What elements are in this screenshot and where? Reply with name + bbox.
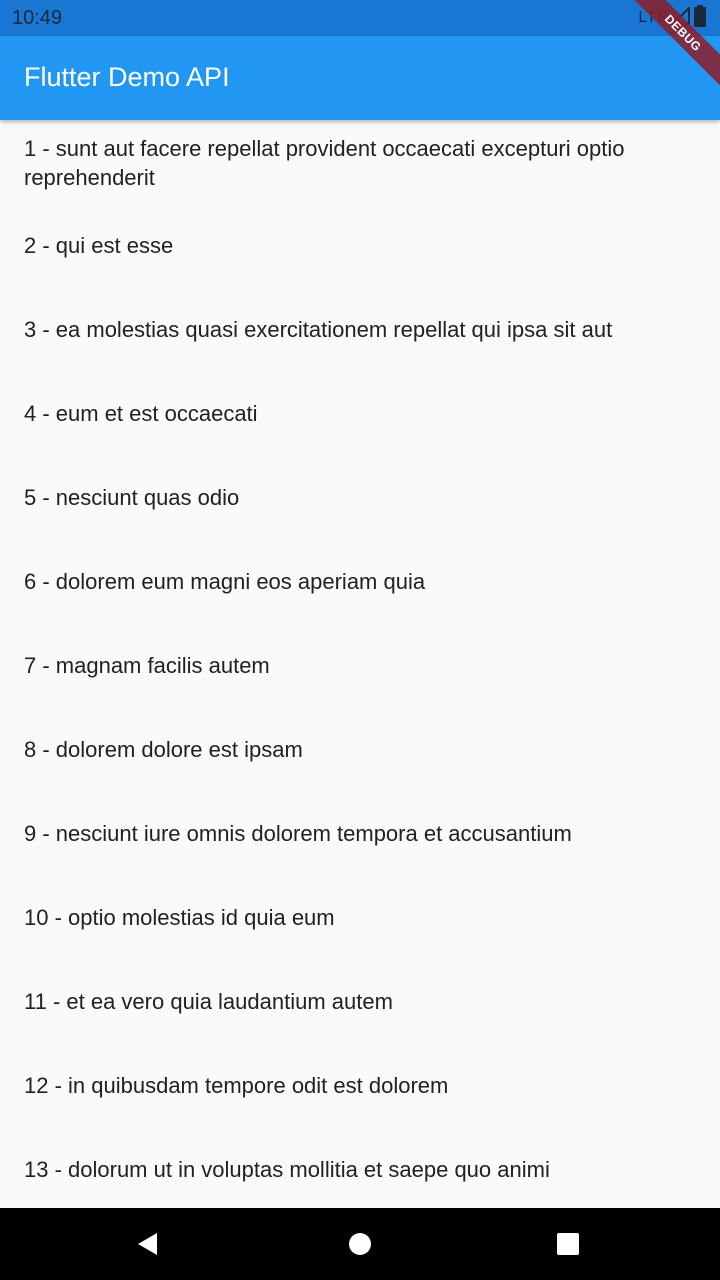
status-bar: 10:49 LTE xyxy=(0,0,720,36)
app-screen: 10:49 LTE DEBUG Flutter Demo API 1 - sun… xyxy=(0,0,720,1280)
list-item[interactable]: 2 - qui est esse xyxy=(24,231,696,260)
nav-home-button[interactable] xyxy=(324,1208,396,1280)
list-item[interactable]: 8 - dolorem dolore est ipsam xyxy=(24,735,696,764)
list-item[interactable]: 11 - et ea vero quia laudantium autem xyxy=(24,987,696,1016)
nav-back-button[interactable] xyxy=(112,1208,184,1280)
list-item[interactable]: 9 - nesciunt iure omnis dolorem tempora … xyxy=(24,819,696,848)
list-item[interactable]: 5 - nesciunt quas odio xyxy=(24,483,696,512)
list-item[interactable]: 3 - ea molestias quasi exercitationem re… xyxy=(24,315,696,344)
post-list[interactable]: 1 - sunt aut facere repellat provident o… xyxy=(0,120,720,1208)
list-item[interactable]: 13 - dolorum ut in voluptas mollitia et … xyxy=(24,1155,696,1184)
recents-square-icon xyxy=(557,1233,579,1255)
back-triangle-icon xyxy=(138,1233,157,1255)
list-item[interactable]: 12 - in quibusdam tempore odit est dolor… xyxy=(24,1071,696,1100)
system-nav-bar xyxy=(0,1208,720,1280)
list-item[interactable]: 4 - eum et est occaecati xyxy=(24,399,696,428)
list-item[interactable]: 7 - magnam facilis autem xyxy=(24,651,696,680)
status-time: 10:49 xyxy=(12,7,63,29)
list-item[interactable]: 10 - optio molestias id quia eum xyxy=(24,903,696,932)
list-item[interactable]: 1 - sunt aut facere repellat provident o… xyxy=(24,134,696,192)
app-bar: Flutter Demo API xyxy=(0,36,720,120)
app-title: Flutter Demo API xyxy=(24,62,230,92)
home-circle-icon xyxy=(349,1233,371,1255)
nav-recents-button[interactable] xyxy=(532,1208,604,1280)
battery-icon xyxy=(694,4,706,32)
list-item[interactable]: 6 - dolorem eum magni eos aperiam quia xyxy=(24,567,696,596)
